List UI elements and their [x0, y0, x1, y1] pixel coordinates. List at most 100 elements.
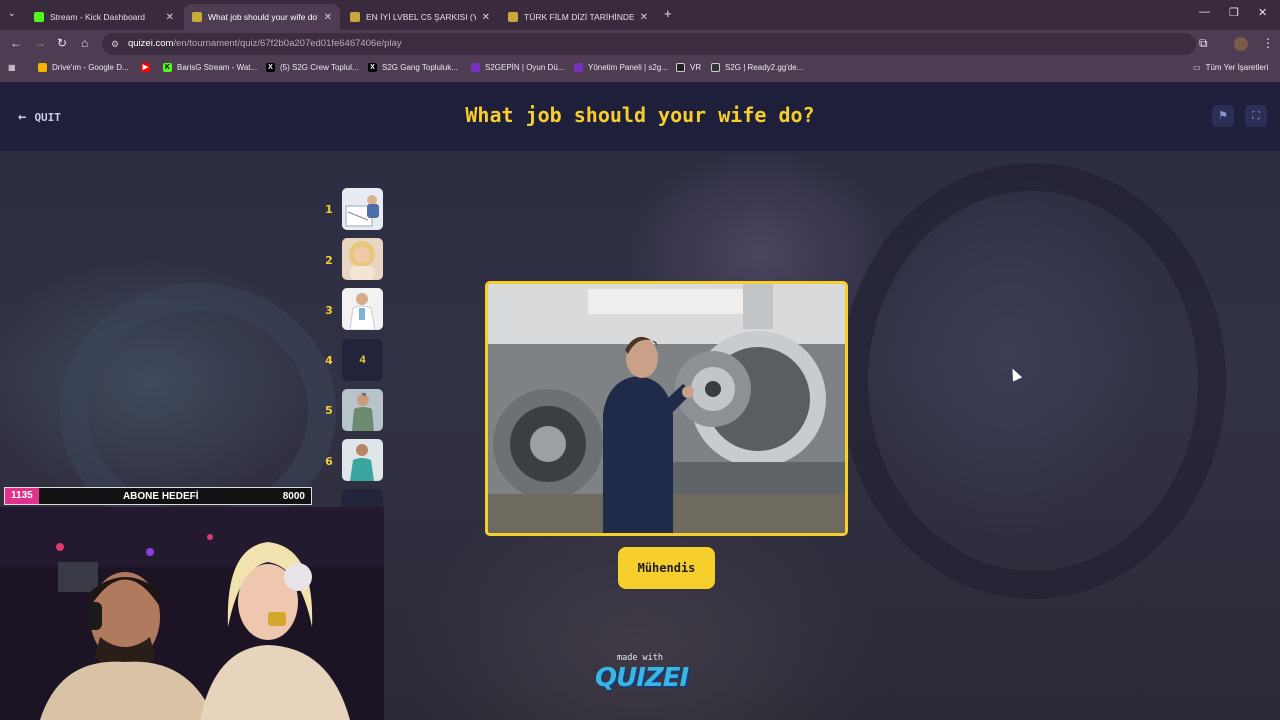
bookmark-youtube[interactable]: ▶: [141, 63, 155, 72]
bookmark-label: S2GEPİN | Oyun Dü...: [485, 63, 565, 72]
window-close-icon[interactable]: ✕: [1258, 6, 1267, 19]
reload-icon[interactable]: ↻: [57, 36, 67, 50]
bookmark-s2g-gang[interactable]: X S2G Gang Topluluk...: [368, 63, 458, 72]
rank-thumbnail-5[interactable]: [342, 389, 383, 431]
quiz-header: ← QUIT What job should your wife do? ⚑ ⛶: [0, 83, 1280, 151]
site-info-icon[interactable]: ⚙: [111, 33, 119, 55]
bookmark-label: Yönetim Paneli | s2g...: [588, 63, 668, 72]
close-icon[interactable]: ✕: [482, 12, 490, 23]
s2g-icon: [574, 63, 583, 72]
quizei-favicon-icon: [508, 12, 518, 22]
rank-thumbnail-1[interactable]: [342, 188, 383, 230]
vr-icon: [676, 63, 685, 72]
url-path: /en/tournament/quiz/67f2b0a207ed01fe6467…: [173, 38, 402, 49]
question-image: [485, 281, 848, 536]
bookmark-yonetim[interactable]: Yönetim Paneli | s2g...: [574, 63, 668, 72]
tab-title: Stream - Kick Dashboard: [50, 12, 145, 22]
all-bookmarks[interactable]: ▭ Tüm Yer İşaretleri: [1193, 63, 1268, 72]
tab-title: EN İYİ LVBEL C5 ŞARKISI (YENİ): [366, 12, 476, 22]
menu-icon[interactable]: ⋮: [1262, 36, 1274, 50]
bookmark-label: S2G | Ready2.gg'de...: [725, 63, 804, 72]
bookmark-drive[interactable]: Drive'ım - Google D...: [38, 63, 129, 72]
sub-goal-target: 8000: [282, 490, 305, 502]
subscriber-goal-bar: 1135 ABONE HEDEFİ 8000: [4, 487, 312, 505]
bookmark-s2g-crew[interactable]: X (5) S2G Crew Toplul...: [266, 63, 359, 72]
webcam-feed-image: [0, 507, 384, 720]
ready-icon: [711, 63, 720, 72]
page-title: What job should your wife do?: [465, 103, 815, 127]
drive-icon: [38, 63, 47, 72]
bookmark-label: Drive'ım - Google D...: [52, 63, 129, 72]
bookmarks-bar: ▦ Drive'ım - Google D... ▶ K BarisG Strea…: [0, 58, 1280, 83]
rank-thumbnail-2[interactable]: [342, 238, 383, 280]
apps-icon[interactable]: ▦: [8, 63, 16, 72]
tab-lvbel[interactable]: EN İYİ LVBEL C5 ŞARKISI (YENİ) ✕: [342, 4, 498, 30]
x-icon: X: [368, 63, 377, 72]
s2g-icon: [471, 63, 480, 72]
rank-slot-empty[interactable]: 4: [342, 339, 383, 381]
rank-thumbnail-3[interactable]: [342, 288, 383, 330]
quizei-favicon-icon: [350, 12, 360, 22]
bookmark-label: (5) S2G Crew Toplul...: [280, 63, 359, 72]
quiz-page: ← QUIT What job should your wife do? ⚑ ⛶…: [0, 83, 1280, 720]
sub-goal-label: ABONE HEDEFİ: [122, 490, 199, 502]
extensions-icon[interactable]: ⧉: [1199, 36, 1208, 51]
bookmark-label: VR: [690, 63, 702, 72]
browser-tab-bar: ⌄ Stream - Kick Dashboard ✕ What job sho…: [0, 0, 1280, 30]
bookmark-label: S2G Gang Topluluk...: [382, 63, 458, 72]
bookmark-ready2gg[interactable]: S2G | Ready2.gg'de...: [711, 63, 803, 72]
answer-button[interactable]: Mühendis: [618, 547, 715, 589]
tab-search-icon[interactable]: ⌄: [8, 8, 16, 19]
rank-thumbnail-image: [342, 288, 383, 330]
close-icon[interactable]: ✕: [166, 12, 174, 23]
tab-quiz[interactable]: What job should your wife do? ✕: [184, 4, 340, 30]
folder-icon: ▭: [1193, 63, 1201, 72]
tab-turk-film[interactable]: TÜRK FİLM DİZİ TARİHİNDEKİ E ✕: [500, 4, 656, 30]
rank-number: 2: [325, 254, 333, 267]
bookmark-label: BarisG Stream - Wat...: [177, 63, 258, 72]
kick-icon: K: [163, 63, 172, 72]
tab-kick-dashboard[interactable]: Stream - Kick Dashboard ✕: [26, 4, 182, 30]
back-icon[interactable]: ←: [10, 36, 22, 50]
forward-icon[interactable]: →: [34, 36, 46, 50]
youtube-icon: ▶: [141, 63, 150, 72]
close-icon[interactable]: ✕: [324, 12, 332, 23]
x-icon: X: [266, 63, 275, 72]
rank-number: 1: [325, 203, 333, 216]
minimize-icon[interactable]: —: [1199, 6, 1210, 18]
webcam-overlay: [0, 507, 384, 720]
url-domain: quizei.com: [128, 38, 174, 49]
bookmark-barisg[interactable]: K BarisG Stream - Wat...: [163, 63, 257, 72]
restore-icon[interactable]: ❐: [1229, 6, 1239, 19]
tab-title: What job should your wife do?: [208, 12, 318, 22]
close-icon[interactable]: ✕: [640, 12, 648, 23]
bookmark-s2gepin[interactable]: S2GEPİN | Oyun Dü...: [471, 63, 564, 72]
tab-title: TÜRK FİLM DİZİ TARİHİNDEKİ E: [524, 12, 634, 22]
engineer-photo: [488, 284, 845, 533]
rank-thumbnail-image: [342, 389, 383, 431]
rank-thumbnail-6[interactable]: [342, 439, 383, 481]
sub-current-count: 1135: [5, 488, 39, 504]
rank-thumbnail-image: [342, 188, 383, 230]
rank-number: 4: [325, 354, 333, 367]
flag-icon[interactable]: ⚑: [1212, 105, 1234, 127]
bookmark-label: Tüm Yer İşaretleri: [1205, 63, 1269, 72]
bookmark-vr[interactable]: VR: [676, 63, 701, 72]
rank-number: 6: [325, 455, 333, 468]
rank-slot-number: 4: [359, 354, 366, 366]
quizei-logo[interactable]: QUIZEI: [595, 663, 689, 693]
rank-number: 3: [325, 304, 333, 317]
background-decoration: [840, 163, 1226, 599]
rank-thumbnail-image: [342, 439, 383, 481]
made-with-label: made with: [616, 653, 664, 663]
new-tab-icon[interactable]: +: [664, 6, 672, 21]
rank-slot-empty[interactable]: [342, 489, 383, 509]
kick-icon: [34, 12, 44, 22]
home-icon[interactable]: ⌂: [81, 36, 88, 50]
address-bar[interactable]: ⚙ quizei.com/en/tournament/quiz/67f2b0a2…: [102, 33, 1196, 55]
avatar[interactable]: [1234, 37, 1248, 51]
rank-thumbnail-image: [342, 238, 383, 280]
fullscreen-icon[interactable]: ⛶: [1245, 105, 1267, 127]
rank-number: 5: [325, 404, 333, 417]
quizei-favicon-icon: [192, 12, 202, 22]
